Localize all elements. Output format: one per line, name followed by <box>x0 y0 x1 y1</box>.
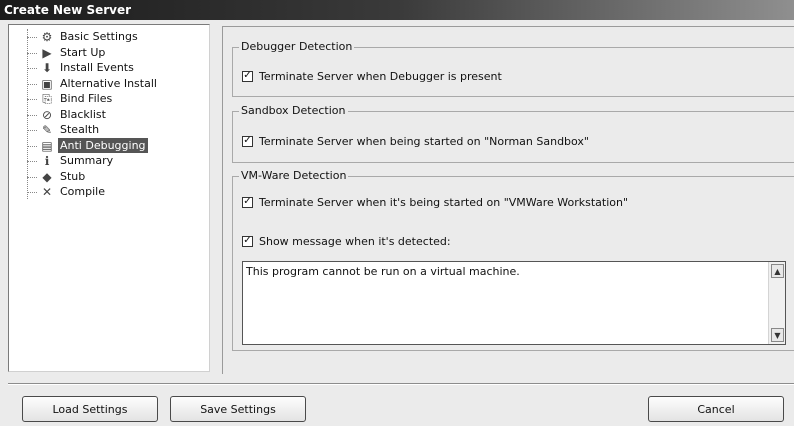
tree-item-start-up[interactable]: ▶ Start Up <box>9 45 209 61</box>
tree-connector <box>27 68 37 69</box>
scroll-down-button[interactable]: ▼ <box>771 328 784 342</box>
show-message-label: Show message when it's detected: <box>259 234 451 248</box>
save-settings-label: Save Settings <box>200 402 276 416</box>
tree-connector <box>27 114 37 116</box>
vmware-terminate-checkbox[interactable]: ✓ Terminate Server when it's being start… <box>242 194 628 210</box>
tree-item-label: Bind Files <box>60 92 113 105</box>
tree-item-anti-debugging[interactable]: ▤ Anti Debugging <box>9 137 209 154</box>
tree-item-alternative-install[interactable]: ▣ Alternative Install <box>9 76 209 92</box>
blacklist-icon: ⊘ <box>41 107 53 122</box>
tree-item-stub[interactable]: ◆ Stub <box>9 169 209 185</box>
bind-files-icon: ⎘ <box>42 92 52 106</box>
tree-item-compile[interactable]: ✕ Compile <box>9 184 209 200</box>
show-message-checkbox[interactable]: ✓ Show message when it's detected: <box>242 233 451 249</box>
sandbox-terminate-checkbox[interactable]: ✓ Terminate Server when being started on… <box>242 133 589 149</box>
tree-connector <box>27 130 37 131</box>
tree-connector <box>27 192 37 193</box>
checkbox-box[interactable]: ✓ <box>242 70 253 82</box>
debugger-detection-title: Debugger Detection <box>239 40 355 54</box>
checkbox-box[interactable]: ✓ <box>242 235 253 247</box>
tree-connector <box>27 83 37 85</box>
settings-tree[interactable]: ⚙ Basic Settings ▶ Start Up ⬇ Install Events ▣… <box>8 24 210 372</box>
tree-item-label: Anti Debugging <box>58 137 148 153</box>
tree-item-label: Stealth <box>60 123 100 136</box>
arrow-down-icon: ▼ <box>774 330 781 340</box>
scroll-up-button[interactable]: ▲ <box>771 264 784 278</box>
settings-icon: ⚙ <box>41 30 53 44</box>
tree-connector <box>27 52 37 54</box>
tree-connector <box>27 37 37 38</box>
checkmark-icon: ✓ <box>243 70 252 81</box>
message-scrollbar[interactable]: ▲ ▼ <box>768 262 785 344</box>
checkmark-icon: ✓ <box>243 135 252 146</box>
tree-item-install-events[interactable]: ⬇ Install Events <box>9 60 209 76</box>
window-title-bar[interactable]: Create New Server <box>0 0 794 20</box>
vmware-terminate-label: Terminate Server when it's being started… <box>259 195 629 209</box>
tree-item-label: Start Up <box>60 45 106 59</box>
tree-item-label: Compile <box>60 185 105 198</box>
tree-item-stealth[interactable]: ✎ Stealth <box>9 122 209 138</box>
save-settings-button[interactable]: Save Settings <box>170 396 306 422</box>
load-settings-button[interactable]: Load Settings <box>22 396 158 422</box>
vmware-detection-title: VM-Ware Detection <box>239 169 349 183</box>
sandbox-detection-title: Sandbox Detection <box>239 104 348 118</box>
cancel-button[interactable]: Cancel <box>648 396 784 422</box>
tree-connector <box>27 145 37 147</box>
tree-item-blacklist[interactable]: ⊘ Blacklist <box>9 107 209 123</box>
tree-connector <box>27 99 37 100</box>
debugger-terminate-checkbox[interactable]: ✓ Terminate Server when Debugger is pres… <box>242 68 502 84</box>
footer-divider-highlight <box>8 384 794 385</box>
tree-item-label: Blacklist <box>60 107 106 121</box>
arrow-up-icon: ▲ <box>774 266 781 276</box>
tree-item-label: Stub <box>60 169 86 183</box>
stub-icon: ◆ <box>42 169 52 184</box>
message-textarea[interactable]: This program cannot be run on a virtual … <box>242 261 786 345</box>
computer-icon: ▣ <box>41 76 53 91</box>
window-title: Create New Server <box>4 3 132 17</box>
summary-icon: ℹ <box>44 154 50 168</box>
tree-connector <box>27 176 37 178</box>
checkmark-icon: ✓ <box>243 196 252 207</box>
checkbox-box[interactable]: ✓ <box>242 196 253 208</box>
tree-item-bind-files[interactable]: ⎘ Bind Files <box>9 91 209 107</box>
install-icon: ⬇ <box>41 61 53 75</box>
tree-item-summary[interactable]: ℹ Summary <box>9 153 209 169</box>
tree-item-label: Alternative Install <box>60 76 157 90</box>
anti-debugging-icon: ▤ <box>41 138 53 153</box>
tree-item-basic-settings[interactable]: ⚙ Basic Settings <box>9 29 209 45</box>
checkmark-icon: ✓ <box>243 235 252 246</box>
tree-item-label: Basic Settings <box>60 30 138 43</box>
load-settings-label: Load Settings <box>52 402 128 416</box>
sandbox-terminate-label: Terminate Server when being started on "… <box>259 134 589 148</box>
checkbox-box[interactable]: ✓ <box>242 135 253 147</box>
tree-item-label: Summary <box>60 154 114 167</box>
message-text: This program cannot be run on a virtual … <box>246 265 520 278</box>
tree-connector <box>27 161 37 162</box>
debugger-terminate-label: Terminate Server when Debugger is presen… <box>259 69 502 83</box>
cancel-label: Cancel <box>697 402 735 416</box>
stealth-icon: ✎ <box>41 123 53 137</box>
compile-icon: ✕ <box>41 185 53 199</box>
startup-icon: ▶ <box>42 45 52 60</box>
tree-item-label: Install Events <box>60 61 134 74</box>
